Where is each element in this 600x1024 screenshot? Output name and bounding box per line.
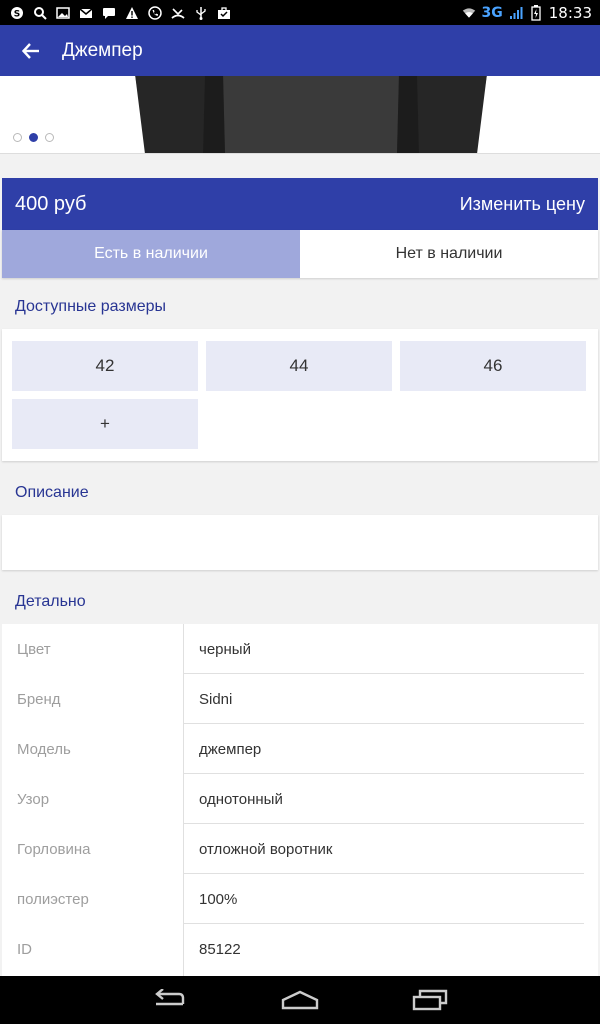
nav-home-button[interactable] bbox=[272, 980, 328, 1020]
add-size-button[interactable]: + bbox=[12, 399, 198, 449]
sizes-card: 42 44 46 + bbox=[2, 329, 598, 461]
sizes-section-title: Доступные размеры bbox=[15, 298, 167, 315]
detail-row: Модель джемпер bbox=[2, 724, 598, 774]
size-chip[interactable]: 42 bbox=[12, 341, 198, 391]
network-type: 3G bbox=[481, 4, 503, 21]
detail-key: Узор bbox=[17, 790, 50, 808]
detail-key: полиэстер bbox=[17, 890, 89, 908]
size-chip[interactable]: 44 bbox=[206, 341, 392, 391]
signal-icon bbox=[509, 6, 523, 20]
detail-row: Бренд Sidni bbox=[2, 674, 598, 724]
nav-recents-button[interactable] bbox=[402, 980, 458, 1020]
nav-back-button[interactable] bbox=[142, 980, 198, 1020]
detail-key: Модель bbox=[17, 740, 71, 758]
wifi-icon bbox=[462, 6, 476, 20]
briefcase-icon bbox=[217, 6, 231, 20]
detail-row: ID 85122 bbox=[2, 924, 598, 974]
svg-text:S: S bbox=[14, 9, 20, 19]
gallery-dot-active[interactable] bbox=[29, 133, 38, 142]
app-bar: Джемпер bbox=[0, 25, 600, 76]
details-table: Цвет черный Бренд Sidni Модель джемпер У… bbox=[2, 624, 598, 978]
nav-home-icon bbox=[281, 990, 319, 1010]
usb-icon bbox=[194, 6, 208, 20]
price-value: 400 руб bbox=[15, 192, 87, 215]
gmail-icon bbox=[79, 6, 93, 20]
stock-toggle: Есть в наличии Нет в наличии bbox=[2, 230, 598, 278]
system-nav-bar bbox=[0, 976, 600, 1024]
gallery-indicator bbox=[13, 133, 54, 142]
detail-value: 85122 bbox=[199, 940, 241, 958]
detail-key: Бренд bbox=[17, 690, 61, 708]
price-bar: 400 руб Изменить цену bbox=[2, 178, 598, 230]
in-stock-option[interactable]: Есть в наличии bbox=[2, 230, 300, 278]
size-chip[interactable]: 46 bbox=[400, 341, 586, 391]
product-image bbox=[135, 76, 487, 153]
arrow-back-icon bbox=[21, 42, 39, 59]
battery-icon bbox=[529, 4, 543, 21]
nav-back-icon bbox=[155, 989, 185, 1006]
detail-value: джемпер bbox=[199, 740, 262, 758]
warning-icon bbox=[125, 6, 139, 20]
page-title: Джемпер bbox=[62, 39, 143, 61]
detail-value: 100% bbox=[199, 890, 238, 908]
description-card[interactable] bbox=[2, 515, 598, 570]
change-price-button[interactable]: Изменить цену bbox=[460, 194, 585, 215]
detail-value: черный bbox=[199, 640, 251, 658]
detail-value: отложной воротник bbox=[199, 840, 333, 858]
out-of-stock-option[interactable]: Нет в наличии bbox=[300, 230, 598, 278]
detail-row: Цвет черный bbox=[2, 624, 598, 674]
skype-icon: S bbox=[10, 6, 24, 20]
missed-call-icon bbox=[171, 6, 185, 20]
image-icon bbox=[56, 6, 70, 20]
detail-row: полиэстер 100% bbox=[2, 874, 598, 924]
detail-key: Горловина bbox=[17, 840, 91, 858]
search-icon bbox=[33, 6, 47, 20]
details-section-title: Детально bbox=[15, 593, 86, 610]
nav-recents-icon bbox=[412, 989, 448, 1011]
gallery-dot[interactable] bbox=[45, 133, 54, 142]
product-gallery[interactable] bbox=[0, 76, 600, 154]
clock: 18:33 bbox=[548, 3, 592, 22]
chat-icon bbox=[102, 6, 116, 20]
detail-value: однотонный bbox=[199, 790, 283, 808]
gallery-dot[interactable] bbox=[13, 133, 22, 142]
viber-icon bbox=[148, 5, 162, 20]
description-section-title: Описание bbox=[15, 484, 89, 501]
detail-value: Sidni bbox=[199, 690, 233, 708]
detail-key: Цвет bbox=[17, 640, 51, 658]
detail-row: Горловина отложной воротник bbox=[2, 824, 598, 874]
back-button[interactable] bbox=[0, 25, 62, 76]
detail-key: ID bbox=[17, 940, 32, 958]
status-bar: S 3G 18:33 bbox=[0, 0, 600, 25]
detail-row: Узор однотонный bbox=[2, 774, 598, 824]
